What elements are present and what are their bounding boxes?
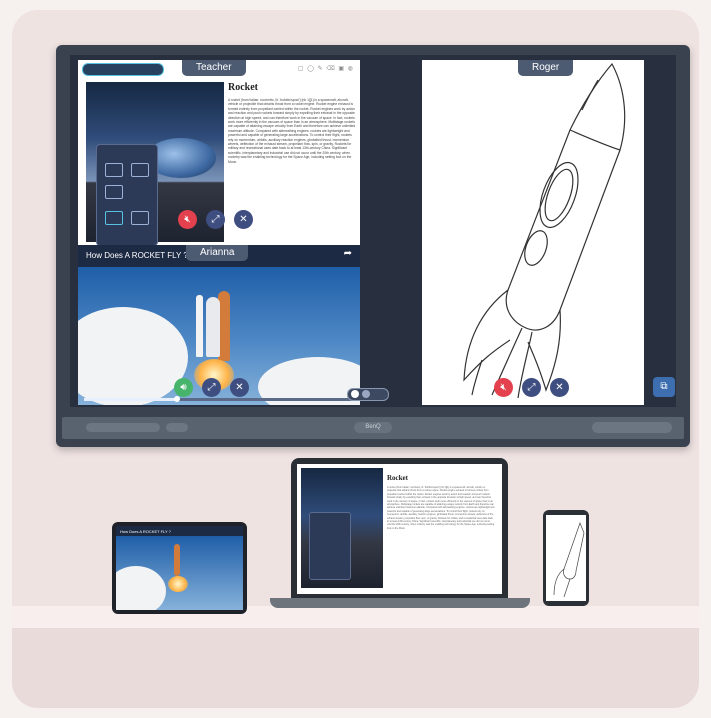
tablet-video-title: How Does A ROCKET FLY ?	[120, 529, 171, 534]
rocket-booster	[196, 295, 203, 357]
rocket-sketch	[463, 62, 626, 399]
space-station-photo	[86, 82, 224, 245]
toggle-dot	[351, 390, 359, 398]
phone-screen[interactable]	[546, 515, 586, 601]
bezel-button[interactable]	[166, 423, 188, 432]
fullscreen-icon: ⤢	[527, 382, 536, 393]
bezel-controls-left[interactable]	[86, 423, 160, 432]
progress-fill	[84, 398, 176, 401]
shelf-face	[12, 628, 699, 708]
fullscreen-button[interactable]: ⤢	[522, 378, 541, 397]
laptop-screen[interactable]: Rocket A rocket (from Italian: rocchetto…	[297, 464, 502, 594]
product-showcase: ▢ ◯ ✎ ⌫ ▣ ◍ Rocket A rocket (from Italia…	[12, 10, 699, 708]
space-shuttle	[174, 544, 180, 576]
phone-device	[543, 510, 589, 606]
tool-document-icon[interactable]	[131, 163, 149, 177]
annotation-toolbar[interactable]	[82, 63, 164, 76]
share-icon[interactable]: ➦	[344, 248, 352, 259]
tool-display-icon[interactable]	[131, 211, 149, 225]
display-bezel: BenQ	[62, 417, 684, 439]
laptop-doc-title: Rocket	[387, 474, 408, 482]
exhaust-flame	[168, 576, 188, 592]
teacher-panel[interactable]: ▢ ◯ ✎ ⌫ ▣ ◍ Rocket A rocket (from Italia…	[78, 60, 360, 245]
unmute-button[interactable]: 🔊︎	[174, 378, 193, 397]
speaker-icon: 🔊︎	[180, 382, 187, 393]
laptop-photo	[301, 468, 383, 588]
video-title: How Does A ROCKET FLY ?	[86, 251, 188, 260]
video-progress-bar[interactable]	[84, 396, 354, 402]
teacher-label: Teacher	[182, 60, 246, 76]
speaker-muted-icon: 🔇︎	[184, 214, 191, 225]
roger-label: Roger	[518, 60, 574, 76]
fullscreen-button[interactable]: ⤢	[202, 378, 221, 397]
close-icon: ✕	[239, 214, 248, 225]
mute-button[interactable]: 🔇︎	[178, 210, 197, 229]
document-text: A rocket (from Italian: rocchetto, lit. …	[228, 98, 356, 164]
mute-button[interactable]: 🔇︎	[494, 378, 513, 397]
fullscreen-button[interactable]: ⤢	[206, 210, 225, 229]
laptop-doc-text: A rocket (from Italian: rocchetto, lit. …	[387, 486, 495, 530]
close-button[interactable]: ✕	[234, 210, 253, 229]
fullscreen-icon: ⤢	[207, 382, 216, 393]
close-icon: ✕	[235, 382, 244, 393]
interactive-display: ▢ ◯ ✎ ⌫ ▣ ◍ Rocket A rocket (from Italia…	[56, 45, 690, 447]
speaker-muted-icon: 🔇︎	[500, 382, 507, 393]
tool-camera-icon[interactable]	[105, 185, 123, 199]
display-screen: ▢ ◯ ✎ ⌫ ▣ ◍ Rocket A rocket (from Italia…	[70, 55, 676, 407]
screen-cast-button[interactable]: ⧉	[653, 377, 675, 397]
tool-palette[interactable]	[309, 512, 351, 580]
screen-cast-icon: ⧉	[660, 381, 668, 392]
tool-image-icon[interactable]	[105, 163, 123, 177]
close-icon: ✕	[555, 382, 564, 393]
laptop-base	[270, 598, 530, 608]
roger-panel[interactable]: 🔇︎ ⤢ ✕	[422, 60, 644, 405]
tool-screen-icon[interactable]	[105, 211, 123, 225]
tablet-device: How Does A ROCKET FLY ?	[112, 522, 247, 614]
tablet-screen[interactable]: How Does A ROCKET FLY ?	[116, 526, 243, 610]
progress-handle[interactable]	[174, 396, 180, 402]
phone-rocket-sketch	[553, 522, 585, 598]
close-button[interactable]: ✕	[230, 378, 249, 397]
tool-palette[interactable]	[96, 144, 158, 245]
smoke-cloud	[116, 566, 166, 610]
layout-toggle[interactable]	[347, 388, 389, 401]
fullscreen-icon: ⤢	[211, 214, 220, 225]
bezel-controls-right[interactable]	[592, 422, 672, 433]
smoke-cloud	[78, 307, 188, 405]
brand-logo: BenQ	[354, 422, 392, 433]
arianna-panel[interactable]: How Does A ROCKET FLY ? ➦ 🔊︎ ⤢ ✕	[78, 245, 360, 405]
document-title: Rocket	[228, 82, 258, 93]
toolbar-icons[interactable]: ▢ ◯ ✎ ⌫ ▣ ◍	[298, 65, 354, 72]
tablet-video	[116, 536, 243, 610]
laptop-device: Rocket A rocket (from Italian: rocchetto…	[291, 458, 508, 598]
close-button[interactable]: ✕	[550, 378, 569, 397]
toggle-dot	[362, 390, 370, 398]
space-shuttle	[206, 297, 220, 357]
arianna-label: Arianna	[186, 245, 249, 261]
